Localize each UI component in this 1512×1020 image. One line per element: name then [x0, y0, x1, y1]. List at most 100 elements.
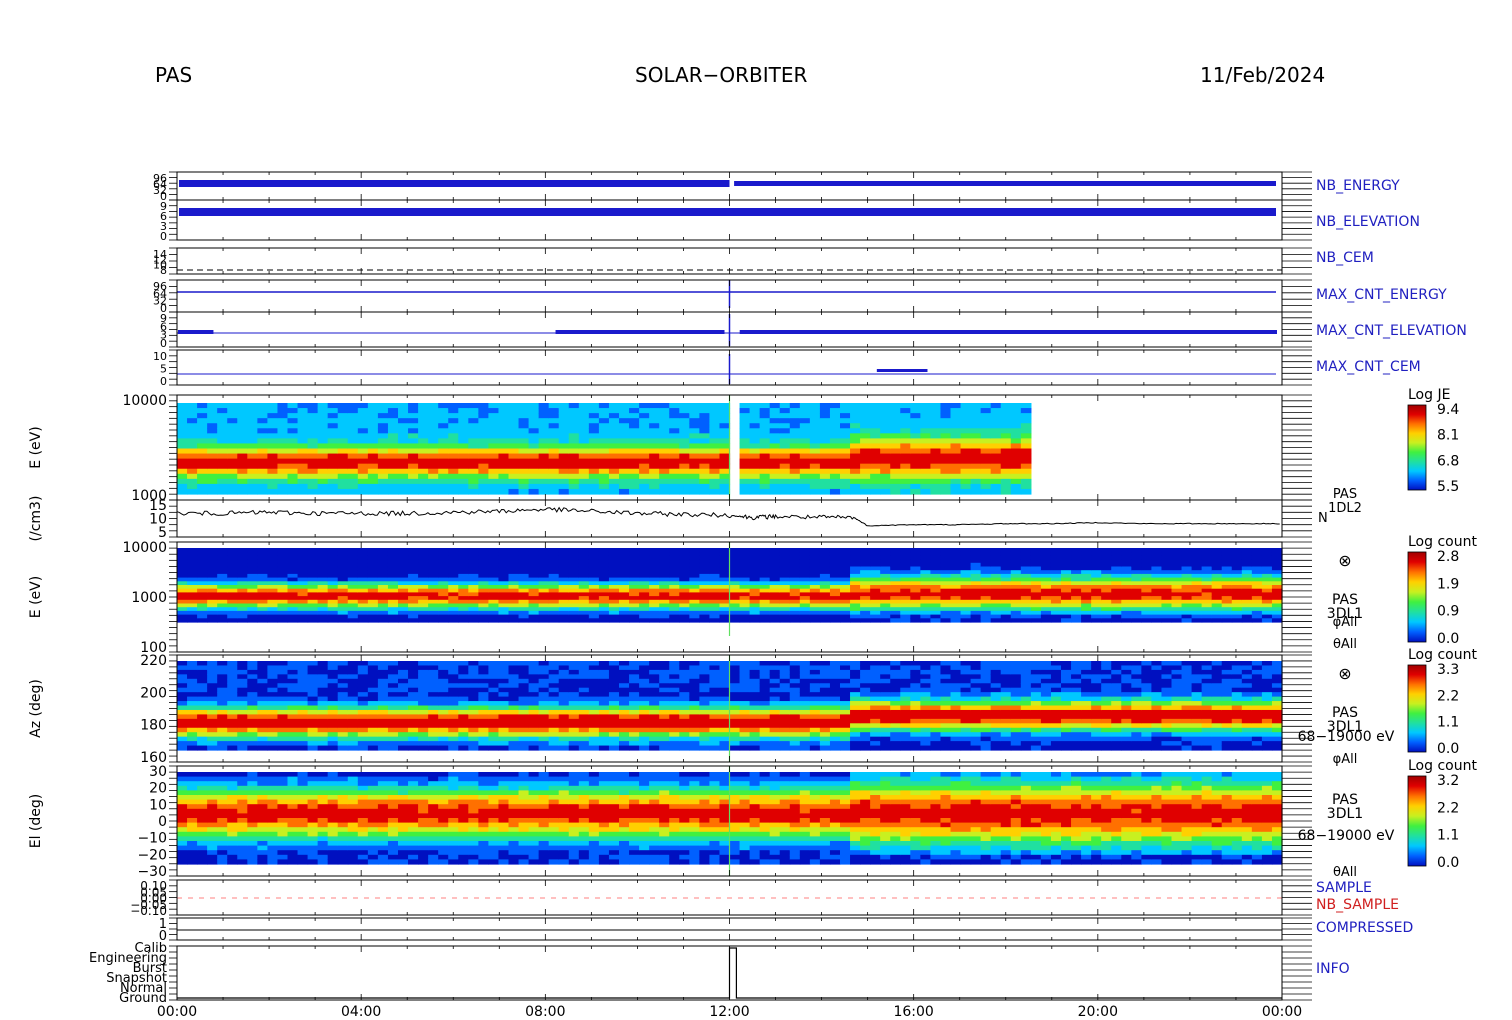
heatmap-cell	[327, 585, 339, 590]
heatmap-cell	[1201, 555, 1213, 560]
heatmap-cell	[438, 555, 449, 560]
heatmap-cell	[558, 548, 570, 553]
heatmap-cell	[418, 618, 429, 623]
heatmap-cell	[438, 570, 449, 575]
heatmap-cell	[1061, 588, 1072, 593]
heatmap-cell	[990, 423, 1002, 429]
heatmap-cell	[267, 588, 279, 593]
heatmap-cell	[1101, 562, 1112, 568]
heatmap-cell	[498, 596, 510, 601]
heatmap-cell	[538, 599, 550, 605]
heatmap-cell	[890, 488, 901, 495]
heatmap-cell	[809, 592, 821, 597]
heatmap-cell	[398, 548, 409, 553]
heatmap-cell	[428, 562, 439, 568]
heatmap-cell	[538, 433, 550, 439]
heatmap-cell	[699, 448, 711, 455]
heatmap-cell	[287, 718, 299, 724]
heatmap-cell	[247, 603, 258, 608]
heatmap-cell	[448, 551, 459, 556]
heatmap-cell	[608, 599, 620, 605]
heatmap-cell	[327, 443, 339, 450]
heatmap-cell	[207, 443, 218, 450]
heatmap-cell	[779, 592, 791, 597]
heatmap-cell	[1000, 618, 1012, 623]
heatmap-cell	[960, 618, 972, 623]
heatmap-cell	[398, 741, 409, 747]
heatmap-cell	[759, 433, 771, 439]
heatmap-cell	[428, 696, 439, 702]
heatmap-cell	[970, 551, 982, 556]
heatmap-cell	[1151, 581, 1163, 586]
heatmap-cell	[398, 585, 409, 590]
heatmap-cell	[257, 696, 269, 702]
heatmap-cell	[207, 683, 218, 689]
heatmap-cell	[1081, 573, 1092, 579]
heatmap-cell	[980, 607, 992, 612]
heatmap-cell	[619, 438, 630, 445]
heatmap-cell	[679, 428, 690, 434]
heatmap-cell	[428, 463, 439, 470]
heatmap-cell	[528, 607, 540, 612]
heatmap-cell	[980, 585, 992, 590]
heatmap-cell	[900, 570, 911, 575]
heatmap-cell	[990, 599, 1002, 605]
heatmap-cell	[478, 483, 490, 490]
heatmap-cell	[598, 443, 610, 450]
heatmap-cell	[1261, 607, 1273, 612]
heatmap-cell	[187, 403, 198, 409]
heatmap-cell	[448, 696, 459, 702]
heatmap-cell	[588, 473, 600, 480]
heatmap-cell	[689, 585, 700, 590]
heatmap-cell	[970, 596, 982, 601]
heatmap-cell	[428, 678, 439, 684]
heatmap-cell	[287, 443, 299, 450]
heatmap-cell	[518, 458, 530, 465]
heatmap-cell	[1141, 577, 1153, 582]
heatmap-cell	[528, 423, 540, 429]
heatmap-cell	[267, 570, 279, 575]
heatmap-cell	[458, 559, 469, 564]
heatmap-cell	[468, 610, 479, 616]
heatmap-cell	[990, 592, 1002, 597]
heatmap-cell	[448, 413, 459, 419]
heatmap-cell	[478, 458, 490, 465]
heatmap-cell	[377, 458, 389, 465]
heatmap-cell	[287, 473, 299, 480]
heatmap-cell	[749, 551, 761, 556]
heatmap-cell	[779, 566, 791, 571]
heatmap-cell	[377, 566, 389, 571]
heatmap-cell	[488, 570, 500, 575]
heatmap-cell	[438, 408, 449, 414]
heatmap-cell	[598, 610, 610, 616]
heatmap-cell	[789, 413, 801, 419]
heatmap-cell	[840, 599, 851, 605]
heatmap-cell	[357, 428, 369, 434]
heatmap-cell	[317, 463, 329, 470]
heatmap-cell	[1081, 548, 1092, 553]
heatmap-cell	[357, 714, 369, 720]
heatmap-cell	[207, 473, 218, 480]
heatmap-cell	[819, 453, 831, 460]
heatmap-cell	[317, 727, 329, 733]
heatmap-cell	[518, 443, 530, 450]
heatmap-cell	[227, 588, 238, 593]
heatmap-cell	[608, 443, 620, 450]
heatmap-cell	[669, 463, 680, 470]
heatmap-cell	[548, 468, 560, 475]
heatmap-cell	[418, 705, 429, 711]
heatmap-cell	[759, 443, 771, 450]
heatmap-cell	[327, 458, 339, 465]
heatmap-cell	[488, 610, 500, 616]
heatmap-cell	[1161, 603, 1173, 608]
heatmap-cell	[689, 453, 700, 460]
heatmap-cell	[237, 423, 248, 429]
heatmap-cell	[207, 408, 218, 414]
heatmap-cell	[398, 705, 409, 711]
heatmap-cell	[357, 727, 369, 733]
heatmap-cell	[307, 408, 319, 414]
heatmap-cell	[257, 433, 269, 439]
heatmap-cell	[267, 692, 279, 698]
heatmap-cell	[418, 473, 429, 480]
heatmap-cell	[247, 727, 258, 733]
